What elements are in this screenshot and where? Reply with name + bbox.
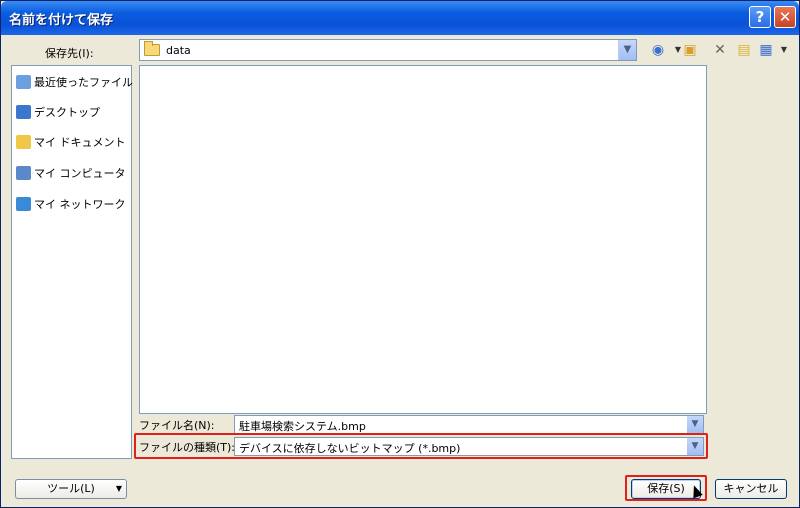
chevron-down-icon[interactable]: ▼ (687, 438, 703, 455)
places-item-recent[interactable]: 最近使ったファイル (16, 74, 133, 92)
filetype-dropdown[interactable]: デバイスに依存しないビットマップ (*.bmp) ▼ (234, 437, 704, 456)
close-icon: ✕ (778, 8, 792, 26)
filetype-label: ファイルの種類(T): (139, 441, 236, 454)
save-as-dialog: 名前を付けて保存 ? ✕ 保存先(I): data ▼ ◉ ▼ ▣ ✕ ▤ ▦ … (0, 0, 800, 508)
documents-icon (16, 135, 31, 149)
filename-input[interactable]: 駐車場検索システム.bmp ▼ (234, 415, 704, 434)
folder-icon (144, 41, 160, 56)
places-item-label: マイ コンピュータ (34, 167, 126, 180)
places-item-label: デスクトップ (34, 106, 100, 119)
places-item-label: マイ ネットワーク (34, 198, 126, 211)
file-list[interactable] (139, 65, 707, 414)
window-title: 名前を付けて保存 (9, 13, 114, 28)
places-item-desktop[interactable]: デスクトップ (16, 104, 100, 122)
view-menu-icon[interactable]: ▦ (757, 41, 775, 59)
desktop-icon (16, 105, 31, 119)
chevron-down-icon[interactable]: ▼ (618, 40, 636, 60)
save-in-value: data (166, 44, 191, 57)
filename-value: 駐車場検索システム.bmp (239, 420, 366, 433)
save-in-dropdown[interactable]: data ▼ (139, 39, 637, 61)
back-icon[interactable]: ◉ (649, 41, 667, 59)
computer-icon (16, 166, 31, 180)
places-item-label: 最近使ったファイル (34, 76, 133, 89)
chevron-down-icon[interactable]: ▼ (687, 416, 703, 433)
help-button[interactable]: ? (749, 6, 771, 28)
cancel-button[interactable]: キャンセル (715, 479, 787, 499)
network-icon (16, 197, 31, 211)
places-item-computer[interactable]: マイ コンピュータ (16, 165, 126, 183)
title-bar[interactable]: 名前を付けて保存 ? ✕ (1, 1, 799, 35)
tools-button-label: ツール(L) (47, 482, 95, 495)
filetype-value: デバイスに依存しないビットマップ (*.bmp) (239, 442, 461, 455)
view-dropdown-icon[interactable]: ▼ (775, 41, 793, 59)
help-icon: ? (755, 8, 765, 26)
delete-icon[interactable]: ✕ (711, 41, 729, 59)
places-item-network[interactable]: マイ ネットワーク (16, 196, 126, 214)
places-item-label: マイ ドキュメント (34, 136, 126, 149)
save-in-label: 保存先(I): (45, 47, 94, 60)
filename-label: ファイル名(N): (139, 419, 215, 432)
new-folder-icon[interactable]: ▤ (735, 41, 753, 59)
chevron-down-icon: ▼ (115, 484, 122, 493)
places-bar: 最近使ったファイル デスクトップ マイ ドキュメント マイ コンピュータ マイ … (11, 65, 133, 459)
recent-icon (16, 75, 31, 89)
tools-button[interactable]: ツール(L) ▼ (15, 479, 127, 499)
close-button[interactable]: ✕ (774, 6, 796, 28)
up-folder-icon[interactable]: ▣ (681, 41, 699, 59)
places-item-documents[interactable]: マイ ドキュメント (16, 134, 126, 152)
